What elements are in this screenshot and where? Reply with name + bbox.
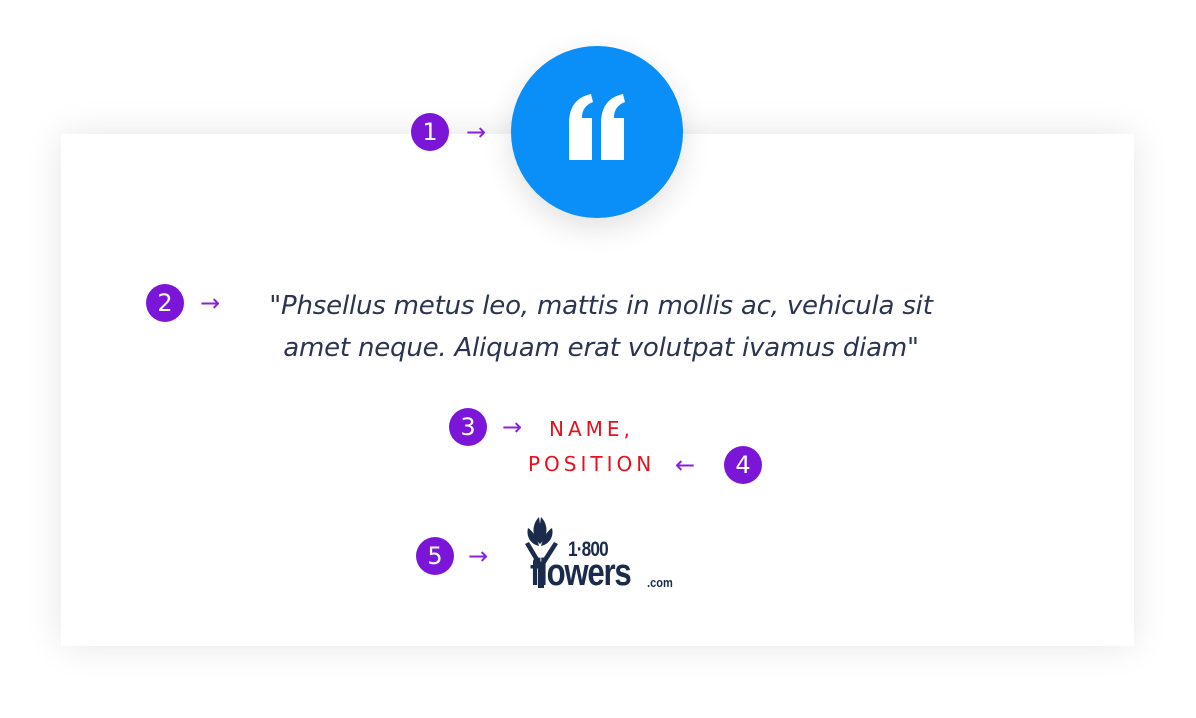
logo-wordmark: flowers — [530, 552, 632, 594]
quote-line-2: amet neque. Aliquam erat volutpat ivamus… — [283, 333, 919, 363]
callout-arrow-5: → — [468, 542, 489, 570]
quote-line-1: "Phsellus metus leo, mattis in mollis ac… — [269, 291, 933, 321]
callout-badge-4: 4 — [724, 446, 762, 484]
callout-arrow-4: ← — [675, 451, 696, 479]
testimonial-quote: "Phsellus metus leo, mattis in mollis ac… — [236, 285, 966, 369]
callout-badge-5: 5 — [416, 537, 454, 575]
author-name: NAME, — [549, 417, 634, 441]
company-logo: 1·800 flowers .com — [516, 514, 680, 592]
logo-suffix: .com — [647, 575, 673, 590]
callout-badge-3: 3 — [449, 408, 487, 446]
callout-arrow-2: → — [200, 289, 221, 317]
author-position: POSITION — [528, 452, 656, 476]
callout-arrow-1: → — [466, 118, 487, 146]
quote-icon — [569, 94, 625, 160]
callout-arrow-3: → — [502, 413, 523, 441]
quote-badge — [511, 46, 683, 218]
callout-badge-1: 1 — [411, 113, 449, 151]
callout-badge-2: 2 — [146, 284, 184, 322]
